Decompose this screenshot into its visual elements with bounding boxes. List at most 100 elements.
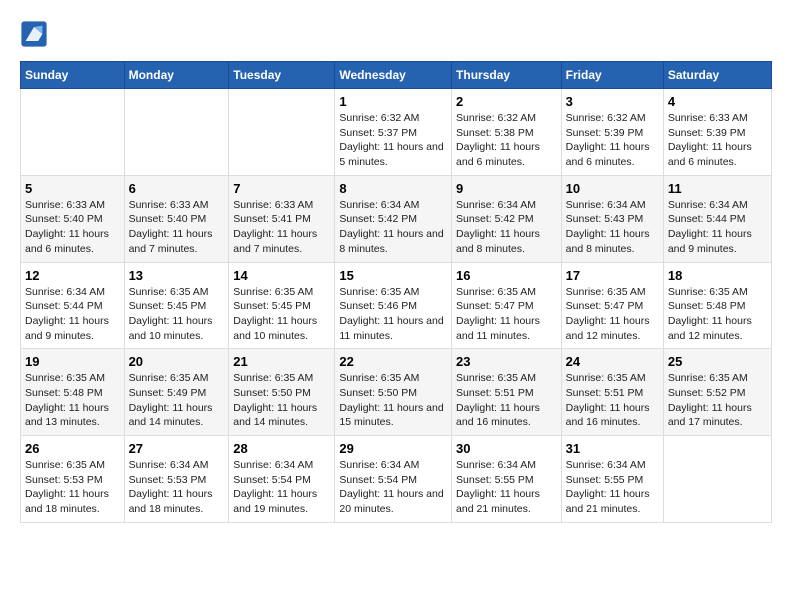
calendar-header: SundayMondayTuesdayWednesdayThursdayFrid… xyxy=(21,62,772,89)
calendar-cell: 25 Sunrise: 6:35 AMSunset: 5:52 PMDayligh… xyxy=(663,349,771,436)
day-number: 23 xyxy=(456,354,557,369)
day-info: Sunrise: 6:34 AMSunset: 5:44 PMDaylight:… xyxy=(668,198,767,257)
calendar-cell: 22 Sunrise: 6:35 AMSunset: 5:50 PMDayligh… xyxy=(335,349,452,436)
day-info: Sunrise: 6:35 AMSunset: 5:51 PMDaylight:… xyxy=(566,371,659,430)
calendar-week-row: 5 Sunrise: 6:33 AMSunset: 5:40 PMDaylight… xyxy=(21,175,772,262)
day-info: Sunrise: 6:34 AMSunset: 5:54 PMDaylight:… xyxy=(233,458,330,517)
calendar-cell: 28Sunrise: 6:34 AMSunset: 5:54 PMDayligh… xyxy=(229,436,335,523)
calendar-cell: 6Sunrise: 6:33 AMSunset: 5:40 PMDaylight… xyxy=(124,175,229,262)
day-info: Sunrise: 6:35 AMSunset: 5:52 PMDaylight:… xyxy=(668,371,767,430)
calendar-cell: 19Sunrise: 6:35 AMSunset: 5:48 PMDayligh… xyxy=(21,349,125,436)
day-number: 22 xyxy=(339,354,447,369)
day-number: 16 xyxy=(456,268,557,283)
day-info: Sunrise: 6:35 AMSunset: 5:47 PMDaylight:… xyxy=(566,285,659,344)
calendar-cell: 2Sunrise: 6:32 AMSunset: 5:38 PMDaylight… xyxy=(452,89,562,176)
calendar-cell: 3 Sunrise: 6:32 AMSunset: 5:39 PMDaylight… xyxy=(561,89,663,176)
calendar-cell: 24Sunrise: 6:35 AMSunset: 5:51 PMDayligh… xyxy=(561,349,663,436)
calendar-cell: 30Sunrise: 6:34 AMSunset: 5:55 PMDayligh… xyxy=(452,436,562,523)
day-number: 20 xyxy=(129,354,225,369)
calendar-cell: 10Sunrise: 6:34 AMSunset: 5:43 PMDayligh… xyxy=(561,175,663,262)
day-info: Sunrise: 6:34 AMSunset: 5:55 PMDaylight:… xyxy=(456,458,557,517)
calendar-cell: 17 Sunrise: 6:35 AMSunset: 5:47 PMDayligh… xyxy=(561,262,663,349)
day-info: Sunrise: 6:35 AMSunset: 5:48 PMDaylight:… xyxy=(25,371,120,430)
calendar-week-row: 19Sunrise: 6:35 AMSunset: 5:48 PMDayligh… xyxy=(21,349,772,436)
calendar-body: 1Sunrise: 6:32 AMSunset: 5:37 PMDaylight… xyxy=(21,89,772,523)
day-info: Sunrise: 6:34 AMSunset: 5:53 PMDaylight:… xyxy=(129,458,225,517)
calendar-week-row: 1Sunrise: 6:32 AMSunset: 5:37 PMDaylight… xyxy=(21,89,772,176)
day-info: Sunrise: 6:35 AMSunset: 5:48 PMDaylight:… xyxy=(668,285,767,344)
day-number: 13 xyxy=(129,268,225,283)
day-number: 14 xyxy=(233,268,330,283)
day-info: Sunrise: 6:34 AMSunset: 5:42 PMDaylight:… xyxy=(456,198,557,257)
calendar-cell: 20 Sunrise: 6:35 AMSunset: 5:49 PMDayligh… xyxy=(124,349,229,436)
weekday-header-row: SundayMondayTuesdayWednesdayThursdayFrid… xyxy=(21,62,772,89)
day-number: 11 xyxy=(668,181,767,196)
day-info: Sunrise: 6:33 AMSunset: 5:40 PMDaylight:… xyxy=(129,198,225,257)
calendar-cell: 26 Sunrise: 6:35 AMSunset: 5:53 PMDayligh… xyxy=(21,436,125,523)
weekday-header-tuesday: Tuesday xyxy=(229,62,335,89)
day-number: 12 xyxy=(25,268,120,283)
calendar-cell xyxy=(124,89,229,176)
calendar-cell: 29Sunrise: 6:34 AMSunset: 5:54 PMDayligh… xyxy=(335,436,452,523)
day-number: 31 xyxy=(566,441,659,456)
day-info: Sunrise: 6:35 AMSunset: 5:49 PMDaylight:… xyxy=(129,371,225,430)
day-number: 27 xyxy=(129,441,225,456)
day-number: 17 xyxy=(566,268,659,283)
day-number: 15 xyxy=(339,268,447,283)
calendar-cell xyxy=(21,89,125,176)
calendar-cell xyxy=(663,436,771,523)
day-info: Sunrise: 6:34 AMSunset: 5:44 PMDaylight:… xyxy=(25,285,120,344)
calendar-cell: 1Sunrise: 6:32 AMSunset: 5:37 PMDaylight… xyxy=(335,89,452,176)
calendar-cell: 13Sunrise: 6:35 AMSunset: 5:45 PMDayligh… xyxy=(124,262,229,349)
logo xyxy=(20,20,52,48)
day-info: Sunrise: 6:33 AMSunset: 5:41 PMDaylight:… xyxy=(233,198,330,257)
day-info: Sunrise: 6:35 AMSunset: 5:53 PMDaylight:… xyxy=(25,458,120,517)
day-info: Sunrise: 6:32 AMSunset: 5:39 PMDaylight:… xyxy=(566,111,659,170)
day-info: Sunrise: 6:35 AMSunset: 5:50 PMDaylight:… xyxy=(339,371,447,430)
day-info: Sunrise: 6:34 AMSunset: 5:43 PMDaylight:… xyxy=(566,198,659,257)
calendar-cell: 12 Sunrise: 6:34 AMSunset: 5:44 PMDayligh… xyxy=(21,262,125,349)
day-number: 3 xyxy=(566,94,659,109)
calendar-cell: 8Sunrise: 6:34 AMSunset: 5:42 PMDaylight… xyxy=(335,175,452,262)
day-number: 9 xyxy=(456,181,557,196)
day-info: Sunrise: 6:35 AMSunset: 5:51 PMDaylight:… xyxy=(456,371,557,430)
calendar-cell: 16 Sunrise: 6:35 AMSunset: 5:47 PMDayligh… xyxy=(452,262,562,349)
generalblue-icon xyxy=(20,20,48,48)
weekday-header-monday: Monday xyxy=(124,62,229,89)
calendar-week-row: 26 Sunrise: 6:35 AMSunset: 5:53 PMDayligh… xyxy=(21,436,772,523)
calendar-cell: 14 Sunrise: 6:35 AMSunset: 5:45 PMDayligh… xyxy=(229,262,335,349)
day-number: 21 xyxy=(233,354,330,369)
calendar-cell: 4 Sunrise: 6:33 AMSunset: 5:39 PMDaylight… xyxy=(663,89,771,176)
calendar-cell: 27 Sunrise: 6:34 AMSunset: 5:53 PMDayligh… xyxy=(124,436,229,523)
calendar-cell xyxy=(229,89,335,176)
day-number: 25 xyxy=(668,354,767,369)
day-info: Sunrise: 6:33 AMSunset: 5:39 PMDaylight:… xyxy=(668,111,767,170)
calendar-cell: 7 Sunrise: 6:33 AMSunset: 5:41 PMDaylight… xyxy=(229,175,335,262)
calendar-cell: 5 Sunrise: 6:33 AMSunset: 5:40 PMDaylight… xyxy=(21,175,125,262)
day-number: 5 xyxy=(25,181,120,196)
day-info: Sunrise: 6:35 AMSunset: 5:46 PMDaylight:… xyxy=(339,285,447,344)
weekday-header-sunday: Sunday xyxy=(21,62,125,89)
calendar-table: SundayMondayTuesdayWednesdayThursdayFrid… xyxy=(20,61,772,523)
calendar-cell: 23 Sunrise: 6:35 AMSunset: 5:51 PMDayligh… xyxy=(452,349,562,436)
day-number: 26 xyxy=(25,441,120,456)
day-number: 1 xyxy=(339,94,447,109)
weekday-header-friday: Friday xyxy=(561,62,663,89)
day-info: Sunrise: 6:34 AMSunset: 5:55 PMDaylight:… xyxy=(566,458,659,517)
day-number: 4 xyxy=(668,94,767,109)
calendar-cell: 9 Sunrise: 6:34 AMSunset: 5:42 PMDaylight… xyxy=(452,175,562,262)
calendar-cell: 18Sunrise: 6:35 AMSunset: 5:48 PMDayligh… xyxy=(663,262,771,349)
calendar-cell: 15 Sunrise: 6:35 AMSunset: 5:46 PMDayligh… xyxy=(335,262,452,349)
day-number: 8 xyxy=(339,181,447,196)
day-info: Sunrise: 6:32 AMSunset: 5:38 PMDaylight:… xyxy=(456,111,557,170)
weekday-header-wednesday: Wednesday xyxy=(335,62,452,89)
calendar-week-row: 12 Sunrise: 6:34 AMSunset: 5:44 PMDayligh… xyxy=(21,262,772,349)
weekday-header-saturday: Saturday xyxy=(663,62,771,89)
day-info: Sunrise: 6:35 AMSunset: 5:47 PMDaylight:… xyxy=(456,285,557,344)
day-info: Sunrise: 6:35 AMSunset: 5:50 PMDaylight:… xyxy=(233,371,330,430)
day-info: Sunrise: 6:35 AMSunset: 5:45 PMDaylight:… xyxy=(233,285,330,344)
calendar-cell: 31 Sunrise: 6:34 AMSunset: 5:55 PMDayligh… xyxy=(561,436,663,523)
calendar-cell: 21 Sunrise: 6:35 AMSunset: 5:50 PMDayligh… xyxy=(229,349,335,436)
day-info: Sunrise: 6:33 AMSunset: 5:40 PMDaylight:… xyxy=(25,198,120,257)
day-number: 7 xyxy=(233,181,330,196)
